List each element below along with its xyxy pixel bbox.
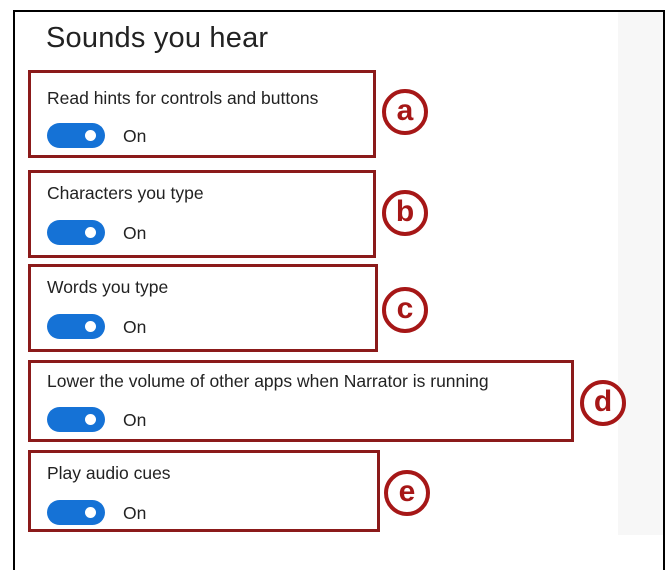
- section-title: Sounds you hear: [46, 22, 269, 54]
- scroll-gutter: [618, 12, 663, 535]
- setting-lower-volume: Lower the volume of other apps when Narr…: [28, 360, 574, 442]
- setting-label: Words you type: [47, 277, 169, 297]
- audio-cues-toggle[interactable]: [47, 500, 105, 525]
- setting-words-you-type: Words you type On: [28, 264, 378, 352]
- lower-volume-toggle[interactable]: [47, 407, 105, 432]
- toggle-knob: [85, 130, 96, 141]
- annotation-c-badge: c: [382, 287, 428, 333]
- toggle-state: On: [123, 126, 147, 146]
- setting-label: Characters you type: [47, 183, 204, 203]
- toggle-state: On: [123, 223, 147, 243]
- setting-play-audio-cues: Play audio cues On: [28, 450, 380, 532]
- toggle-state: On: [123, 410, 147, 430]
- setting-label: Lower the volume of other apps when Narr…: [47, 371, 489, 391]
- annotation-b-badge: b: [382, 190, 428, 236]
- toggle-knob: [85, 507, 96, 518]
- toggle-knob: [85, 227, 96, 238]
- read-hints-toggle[interactable]: [47, 123, 105, 148]
- setting-read-hints: Read hints for controls and buttons On: [28, 70, 376, 158]
- annotation-a-badge: a: [382, 89, 428, 135]
- toggle-knob: [85, 321, 96, 332]
- toggle-knob: [85, 414, 96, 425]
- words-toggle[interactable]: [47, 314, 105, 339]
- annotation-e-badge: e: [384, 470, 430, 516]
- setting-label: Read hints for controls and buttons: [47, 88, 319, 108]
- setting-label: Play audio cues: [47, 463, 171, 483]
- characters-toggle[interactable]: [47, 220, 105, 245]
- toggle-state: On: [123, 317, 147, 337]
- setting-characters-you-type: Characters you type On: [28, 170, 376, 258]
- annotation-d-badge: d: [580, 380, 626, 426]
- toggle-state: On: [123, 503, 147, 523]
